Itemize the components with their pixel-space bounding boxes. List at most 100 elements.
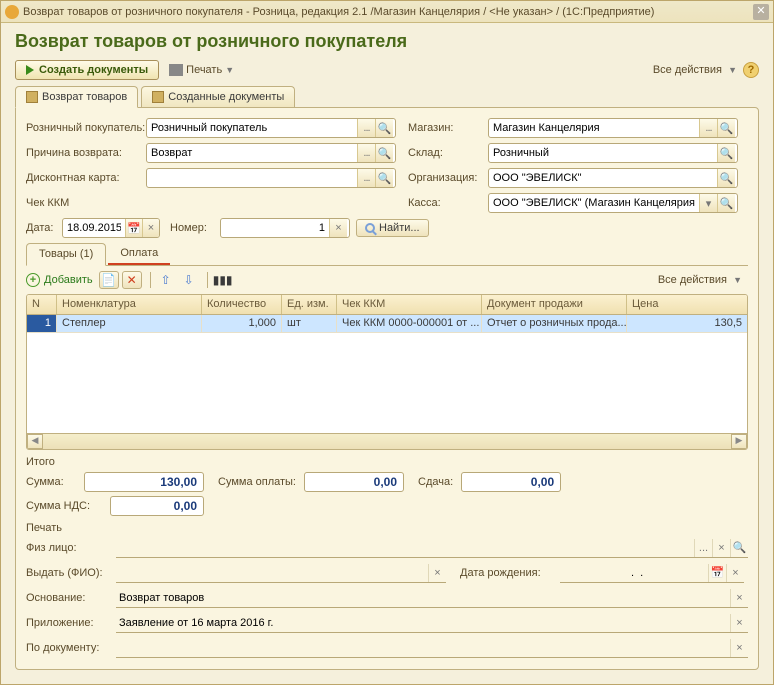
print-section-label: Печать: [26, 522, 748, 534]
basis-label: Основание:: [26, 592, 116, 604]
goods-table: N Номенклатура Количество Ед. изм. Чек К…: [26, 294, 748, 450]
select-icon[interactable]: ...: [694, 539, 712, 557]
search-icon[interactable]: 🔍: [375, 119, 393, 137]
calendar-icon[interactable]: 📅: [708, 564, 726, 582]
chevron-down-icon[interactable]: ▾: [699, 194, 717, 212]
by-doc-input[interactable]: [116, 640, 730, 656]
scroll-right-icon[interactable]: ▶: [731, 434, 747, 449]
discount-card-input[interactable]: [147, 169, 357, 187]
cell-n: 1: [27, 315, 57, 332]
separator: [207, 272, 208, 288]
col-unit[interactable]: Ед. изм.: [282, 295, 337, 314]
sum-input[interactable]: [84, 472, 204, 492]
search-icon[interactable]: 🔍: [717, 119, 735, 137]
search-icon[interactable]: 🔍: [717, 144, 735, 162]
find-label: Найти...: [379, 222, 420, 234]
dob-input[interactable]: [560, 565, 708, 581]
search-icon[interactable]: 🔍: [717, 194, 735, 212]
org-label: Организация:: [408, 172, 488, 184]
cashdesk-input[interactable]: [489, 194, 699, 212]
copy-button[interactable]: 📄: [99, 271, 119, 289]
tab-payment[interactable]: Оплата: [108, 243, 170, 265]
discount-card-label: Дисконтная карта:: [26, 172, 146, 184]
col-kkm[interactable]: Чек ККМ: [337, 295, 482, 314]
col-price[interactable]: Цена: [627, 295, 747, 314]
clear-icon[interactable]: ×: [712, 539, 730, 557]
warehouse-input[interactable]: [489, 144, 717, 162]
change-input[interactable]: [461, 472, 561, 492]
add-button[interactable]: + Добавить: [26, 273, 93, 287]
number-input[interactable]: [221, 219, 329, 237]
cell-unit: шт: [282, 315, 337, 332]
clear-icon[interactable]: ×: [142, 219, 159, 237]
close-icon[interactable]: ✕: [753, 4, 769, 20]
select-icon[interactable]: ...: [699, 119, 717, 137]
cell-kkm: Чек ККМ 0000-000001 от ...: [337, 315, 482, 332]
find-button[interactable]: Найти...: [356, 219, 429, 237]
create-documents-label: Создать документы: [39, 64, 148, 76]
col-qty[interactable]: Количество: [202, 295, 282, 314]
clear-icon[interactable]: ×: [726, 564, 744, 582]
retail-customer-input[interactable]: [147, 119, 357, 137]
payment-sum-input[interactable]: [304, 472, 404, 492]
clear-icon[interactable]: ×: [428, 564, 446, 582]
clear-icon[interactable]: ×: [730, 589, 748, 607]
issue-to-input[interactable]: [116, 565, 428, 581]
all-actions-button[interactable]: Все действия ▼: [653, 64, 737, 76]
move-down-button[interactable]: ⇩: [179, 271, 199, 289]
warehouse-label: Склад:: [408, 147, 488, 159]
tab-return-goods[interactable]: Возврат товаров: [15, 86, 138, 108]
barcode-button[interactable]: ▮▮▮: [213, 271, 233, 289]
select-icon[interactable]: ...: [357, 169, 375, 187]
tab-payment-label: Оплата: [120, 247, 158, 259]
vat-input[interactable]: [110, 496, 204, 516]
col-n[interactable]: N: [27, 295, 57, 314]
table-row[interactable]: 1 Степлер 1,000 шт Чек ККМ 0000-000001 о…: [27, 315, 747, 333]
play-icon: [26, 65, 34, 75]
reason-input[interactable]: [147, 144, 357, 162]
document-icon: [26, 91, 38, 103]
tab-created-docs-label: Созданные документы: [168, 91, 284, 103]
individual-input[interactable]: [116, 540, 694, 556]
basis-input[interactable]: [116, 590, 730, 606]
date-input[interactable]: [63, 219, 125, 237]
search-icon[interactable]: 🔍: [717, 169, 735, 187]
store-label: Магазин:: [408, 122, 488, 134]
chevron-down-icon: ▼: [728, 65, 737, 75]
scrollbar-track[interactable]: [43, 434, 731, 449]
col-sale-doc[interactable]: Документ продажи: [482, 295, 627, 314]
create-documents-button[interactable]: Создать документы: [15, 60, 159, 80]
search-icon[interactable]: 🔍: [375, 169, 393, 187]
cashdesk-label: Касса:: [408, 197, 488, 209]
tab-created-docs[interactable]: Созданные документы: [141, 86, 295, 107]
calendar-icon[interactable]: 📅: [125, 219, 142, 237]
select-icon[interactable]: ...: [357, 119, 375, 137]
select-icon[interactable]: ...: [357, 144, 375, 162]
move-up-button[interactable]: ⇧: [156, 271, 176, 289]
issue-to-label: Выдать (ФИО):: [26, 567, 116, 579]
col-nomenclature[interactable]: Номенклатура: [57, 295, 202, 314]
store-input[interactable]: [489, 119, 699, 137]
table-empty-area: [27, 333, 747, 433]
all-actions-button[interactable]: Все действия ▼: [658, 274, 742, 286]
print-label: Печать: [186, 64, 222, 76]
print-button[interactable]: Печать ▼: [169, 64, 234, 76]
cell-sale-doc: Отчет о розничных прода...: [482, 315, 627, 332]
window-title: Возврат товаров от розничного покупателя…: [23, 6, 753, 18]
sum-label: Сумма:: [26, 476, 76, 488]
scroll-left-icon[interactable]: ◀: [27, 434, 43, 449]
tab-goods[interactable]: Товары (1): [26, 243, 106, 266]
search-icon[interactable]: 🔍: [375, 144, 393, 162]
org-input[interactable]: [489, 169, 717, 187]
page-title: Возврат товаров от розничного покупателя: [15, 31, 759, 52]
separator: [150, 272, 151, 288]
clear-icon[interactable]: ×: [730, 614, 748, 632]
help-icon[interactable]: ?: [743, 62, 759, 78]
attachment-input[interactable]: [116, 615, 730, 631]
search-icon[interactable]: 🔍: [730, 539, 748, 557]
clear-icon[interactable]: ×: [730, 639, 748, 657]
clear-icon[interactable]: ×: [329, 219, 347, 237]
delete-button[interactable]: ✕: [122, 271, 142, 289]
date-label: Дата:: [26, 222, 62, 234]
dob-label: Дата рождения:: [460, 567, 560, 579]
